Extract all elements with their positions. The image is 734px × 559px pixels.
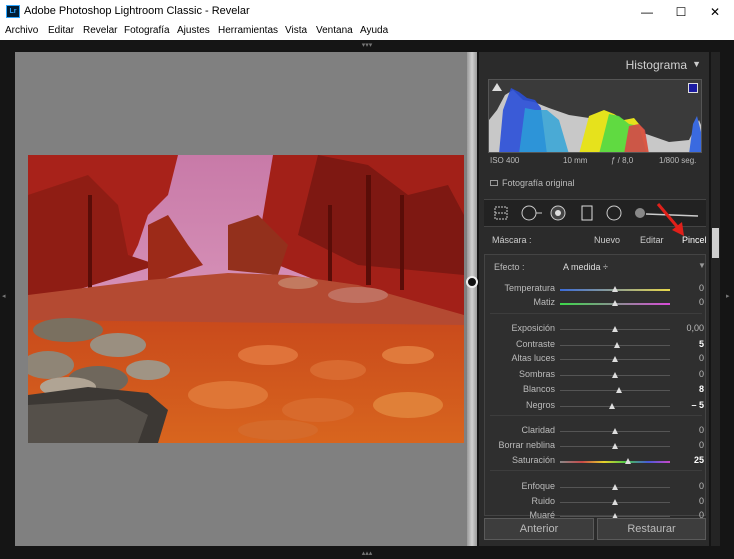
- collapse-icon[interactable]: ▼: [692, 59, 701, 69]
- minimize-button[interactable]: —: [630, 0, 664, 23]
- slider-value[interactable]: 5: [674, 339, 704, 349]
- right-panel-scroll-track[interactable]: [711, 52, 720, 546]
- slider-thumb[interactable]: [614, 342, 621, 348]
- crop-overlay-icon[interactable]: [493, 205, 509, 221]
- menu-ayuda[interactable]: Ayuda: [360, 25, 388, 36]
- menu-vista[interactable]: Vista: [285, 25, 307, 36]
- graduated-filter-icon[interactable]: [579, 205, 595, 221]
- menu-herramientas[interactable]: Herramientas: [218, 25, 278, 36]
- red-eye-icon[interactable]: [550, 205, 566, 221]
- slider-value[interactable]: 25: [674, 455, 704, 465]
- slider-label: Matiz: [533, 297, 555, 307]
- panel-collapse-icon[interactable]: ▼: [698, 261, 706, 270]
- radial-filter-icon[interactable]: [606, 205, 622, 221]
- slider-track[interactable]: [560, 390, 670, 391]
- divider-handle[interactable]: [466, 276, 478, 288]
- slider-thumb[interactable]: [612, 300, 618, 306]
- histogram-title: Histograma: [625, 58, 687, 72]
- slider-thumb[interactable]: [612, 286, 618, 292]
- spot-removal-icon[interactable]: [521, 205, 542, 221]
- slider-thumb[interactable]: [612, 443, 618, 449]
- slider-thumb[interactable]: [612, 326, 618, 332]
- slider-thumb[interactable]: [608, 403, 615, 409]
- slider-label: Enfoque: [521, 481, 555, 491]
- slider-label: Borrar neblina: [498, 440, 555, 450]
- slider-group-separator: [490, 313, 702, 314]
- title-bar: Lr Adobe Photoshop Lightroom Classic - R…: [0, 0, 734, 23]
- exif-shutter: 1/800 seg.: [659, 156, 697, 165]
- close-button[interactable]: ✕: [698, 0, 732, 23]
- mask-label: Máscara :: [492, 235, 532, 245]
- histogram-graph[interactable]: [488, 79, 702, 153]
- slider-thumb[interactable]: [612, 372, 618, 378]
- slider-value[interactable]: 0: [674, 369, 704, 379]
- effect-preset-dropdown[interactable]: A medida ÷: [563, 262, 608, 272]
- slider-label: Blancos: [522, 384, 555, 394]
- exif-focal-length: 10 mm: [563, 156, 588, 165]
- slider-value[interactable]: 0: [674, 481, 704, 491]
- slider-track[interactable]: [560, 406, 670, 407]
- original-photo-checkbox[interactable]: [490, 180, 498, 186]
- right-panel-toggle-icon[interactable]: ▸: [726, 292, 732, 302]
- menu-bar: Archivo Editar Revelar Fotografía Ajuste…: [0, 23, 734, 40]
- original-photo-toggle[interactable]: Fotografía original: [490, 178, 575, 188]
- slider-thumb[interactable]: [612, 428, 618, 434]
- menu-ajustes[interactable]: Ajustes: [177, 25, 210, 36]
- slider-label: Contraste: [515, 339, 555, 349]
- maximize-button[interactable]: ☐: [664, 0, 698, 23]
- slider-thumb[interactable]: [612, 356, 618, 362]
- menu-ventana[interactable]: Ventana: [316, 25, 353, 36]
- menu-archivo[interactable]: Archivo: [5, 25, 38, 36]
- slider-value[interactable]: – 5: [674, 400, 704, 410]
- slider-value[interactable]: 0,00: [674, 323, 704, 333]
- slider-thumb[interactable]: [625, 458, 632, 464]
- slider-group-separator: [490, 415, 702, 416]
- highlight-clipping-icon[interactable]: [688, 83, 698, 93]
- menu-editar[interactable]: Editar: [48, 25, 74, 36]
- slider-value[interactable]: 8: [674, 384, 704, 394]
- slider-value[interactable]: 0: [674, 283, 704, 293]
- slider-track[interactable]: [560, 461, 670, 463]
- slider-label: Saturación: [511, 455, 555, 465]
- original-photo-label: Fotografía original: [502, 178, 575, 188]
- slider-label: Negros: [525, 400, 555, 410]
- slider-value[interactable]: 0: [674, 440, 704, 450]
- menu-revelar[interactable]: Revelar: [83, 25, 117, 36]
- slider-value[interactable]: 0: [674, 353, 704, 363]
- slider-value[interactable]: 0: [674, 496, 704, 506]
- slider-value[interactable]: 0: [674, 297, 704, 307]
- left-panel-toggle-icon[interactable]: ◂: [2, 292, 8, 302]
- reset-button[interactable]: Restaurar: [597, 518, 706, 540]
- slider-thumb[interactable]: [612, 484, 618, 490]
- previous-button[interactable]: Anterior: [484, 518, 594, 540]
- slider-label: Sombras: [518, 369, 555, 379]
- slider-thumb[interactable]: [612, 499, 618, 505]
- slider-thumb[interactable]: [616, 387, 623, 393]
- shadow-clipping-icon[interactable]: [492, 83, 502, 91]
- exif-iso: ISO 400: [490, 156, 520, 165]
- mask-new-button[interactable]: Nuevo: [594, 235, 620, 245]
- slider-label: Claridad: [521, 425, 555, 435]
- annotation-arrow-icon: [656, 203, 684, 236]
- slider-group-separator: [490, 470, 702, 471]
- view-divider[interactable]: [467, 52, 477, 546]
- window-title: Adobe Photoshop Lightroom Classic - Reve…: [24, 5, 250, 17]
- right-panel-scrollbar[interactable]: [712, 228, 719, 258]
- effect-label: Efecto :: [494, 262, 525, 272]
- slider-label: Altas luces: [511, 353, 555, 363]
- menu-fotografia[interactable]: Fotografía: [124, 25, 170, 36]
- lightroom-app-icon: Lr: [6, 5, 20, 18]
- exif-aperture: ƒ / 8,0: [611, 156, 634, 165]
- slider-value[interactable]: 0: [674, 425, 704, 435]
- top-panel-toggle-icon[interactable]: ▾▾▾: [361, 41, 373, 49]
- histogram-header[interactable]: Histograma ▼: [479, 55, 709, 75]
- photo-with-mask-overlay[interactable]: [28, 155, 464, 443]
- slider-label: Exposición: [511, 323, 555, 333]
- slider-label: Ruido: [531, 496, 555, 506]
- bottom-panel-toggle-icon[interactable]: ▴▴▴: [361, 549, 373, 557]
- slider-label: Temperatura: [504, 283, 555, 293]
